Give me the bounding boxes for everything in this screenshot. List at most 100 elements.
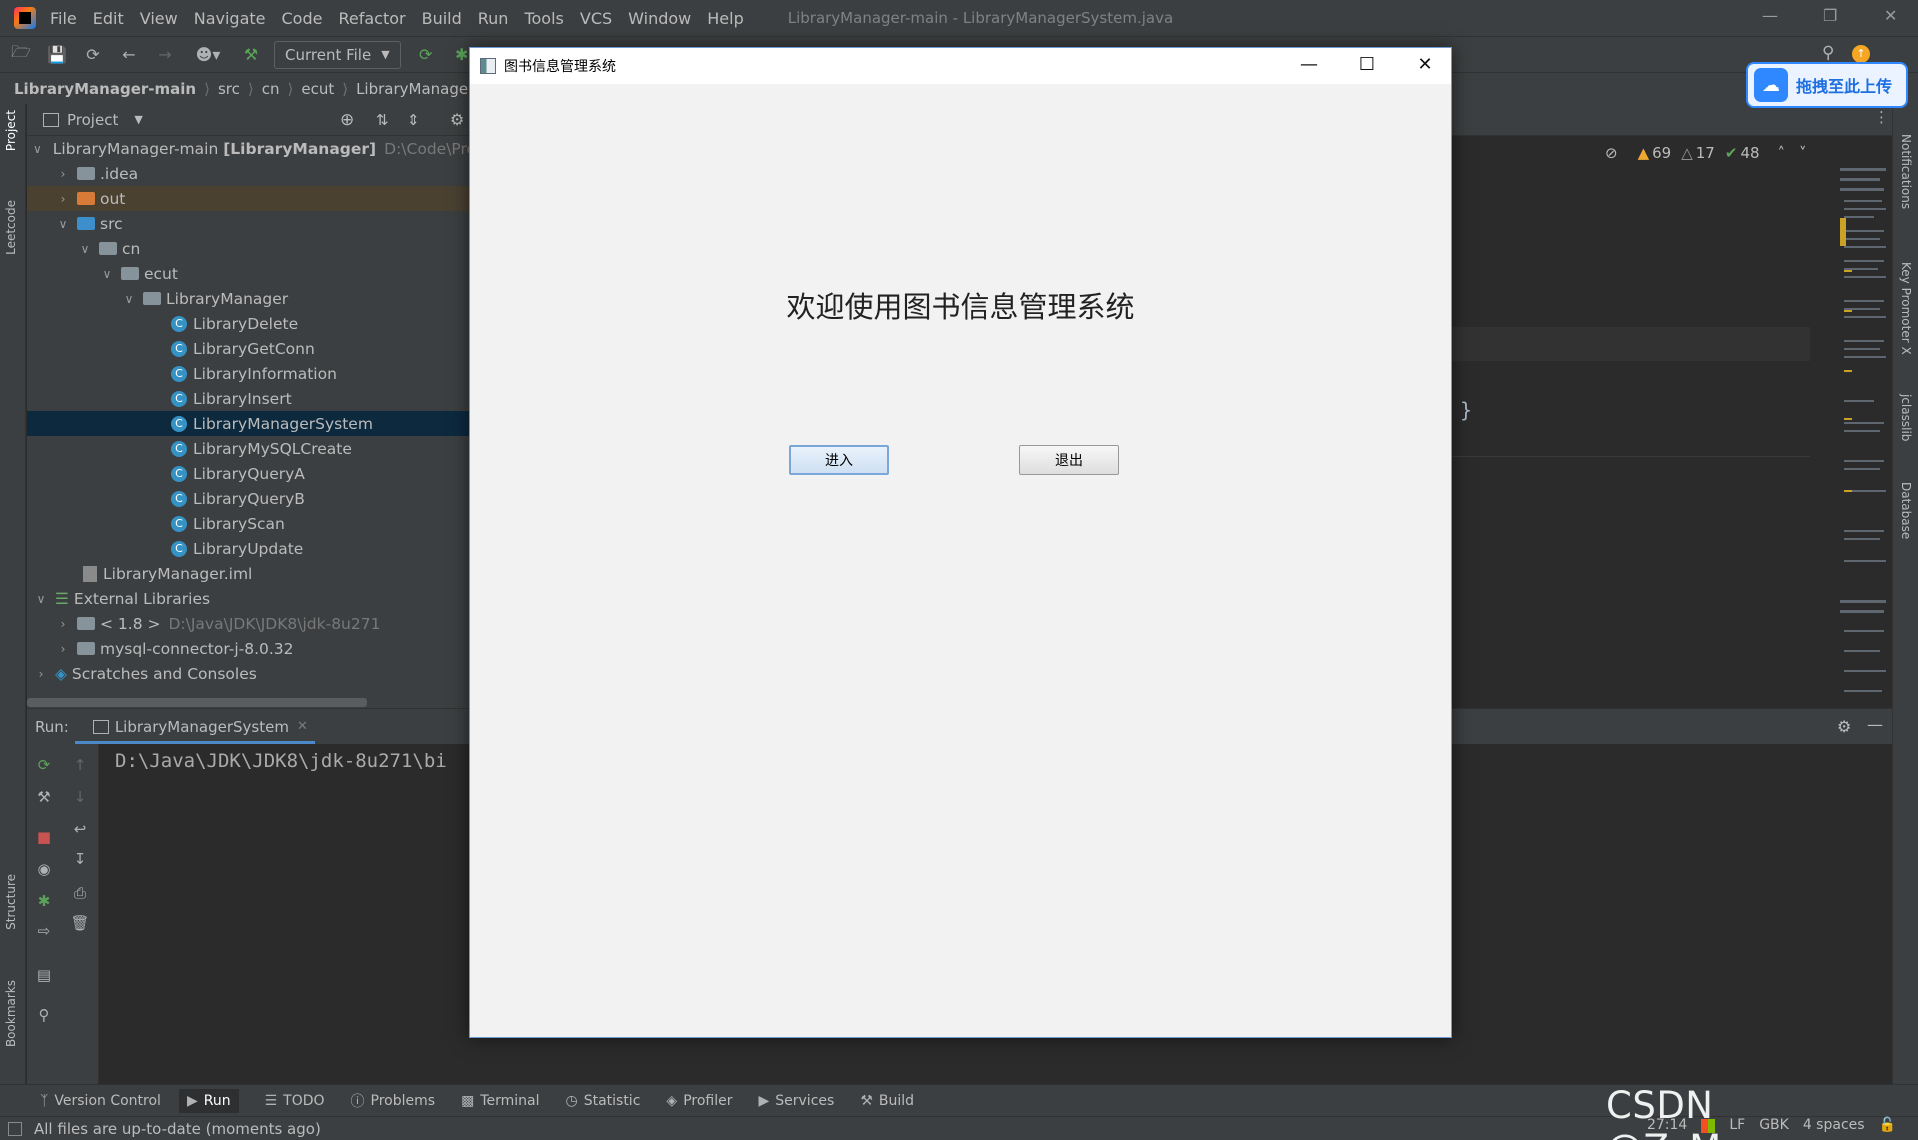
tree-item-scratches[interactable]: › ◈ Scratches and Consoles <box>27 661 469 686</box>
chevron-down-icon[interactable]: ∨ <box>99 267 115 281</box>
menu-view[interactable]: View <box>140 9 178 28</box>
layout-icon[interactable]: ▤ <box>33 964 55 986</box>
maximize-icon[interactable]: ☐ <box>1352 54 1382 75</box>
camera-icon[interactable]: ◉ <box>33 858 55 880</box>
tree-item-class[interactable]: C LibraryScan <box>27 511 469 536</box>
menu-window[interactable]: Window <box>628 9 691 28</box>
menu-navigate[interactable]: Navigate <box>194 9 266 28</box>
exit-icon[interactable]: ⇨ <box>33 920 55 942</box>
chevron-down-icon[interactable]: ∨ <box>77 242 93 256</box>
tab-run[interactable]: ▶ Run <box>178 1088 239 1113</box>
more-options-icon[interactable]: ⋮ <box>1874 108 1889 126</box>
tree-item-class[interactable]: C LibraryInsert <box>27 386 469 411</box>
dialog-title-bar[interactable]: 图书信息管理系统 — ☐ ✕ <box>470 48 1451 84</box>
scroll-to-end-icon[interactable]: ↧ <box>69 848 91 870</box>
chevron-down-icon[interactable]: ∨ <box>33 142 42 156</box>
menu-run[interactable]: Run <box>478 9 509 28</box>
breadcrumb-project[interactable]: LibraryManager-main <box>14 80 196 98</box>
chevron-down-icon[interactable]: ▼ <box>134 113 142 126</box>
tab-build[interactable]: ⚒ Build <box>860 1093 914 1109</box>
tree-item-class[interactable]: C LibraryGetConn <box>27 336 469 361</box>
tree-item-out[interactable]: › out <box>27 186 469 211</box>
tree-item-mysql-connector[interactable]: › mysql-connector-j-8.0.32 <box>27 636 469 661</box>
close-tab-icon[interactable]: ✕ <box>297 719 308 734</box>
collapse-all-icon[interactable]: ⇕ <box>407 111 420 129</box>
menu-file[interactable]: File <box>50 9 77 28</box>
forward-arrow-icon[interactable]: → <box>152 43 178 67</box>
trash-icon[interactable]: 🗑 <box>69 912 91 934</box>
open-folder-icon[interactable]: 🗁 <box>8 42 34 67</box>
chevron-right-icon[interactable]: › <box>55 617 71 631</box>
breadcrumb-src[interactable]: src <box>218 80 240 98</box>
hide-panel-icon[interactable]: — <box>1867 715 1883 734</box>
tree-item-external-libraries[interactable]: ∨ ☰ External Libraries <box>27 586 469 611</box>
tree-item-cn[interactable]: ∨ cn <box>27 236 469 261</box>
run-tab-label[interactable]: LibraryManagerSystem <box>115 718 289 736</box>
tree-item-src[interactable]: ∨ src <box>27 211 469 236</box>
stripe-structure[interactable]: Structure <box>4 874 18 930</box>
project-view-label[interactable]: Project <box>67 111 118 129</box>
minimize-icon[interactable]: — <box>1294 54 1324 75</box>
expand-all-icon[interactable]: ⇅ <box>376 111 389 129</box>
tab-profiler[interactable]: ◈ Profiler <box>666 1093 732 1109</box>
exit-button[interactable]: 退出 <box>1019 445 1119 475</box>
tab-todo[interactable]: ☰ TODO <box>265 1093 325 1109</box>
stop-icon[interactable]: ■ <box>33 826 55 848</box>
chevron-right-icon[interactable]: › <box>55 642 71 656</box>
chevron-right-icon[interactable]: › <box>55 192 71 206</box>
stripe-project[interactable]: Project <box>4 110 18 151</box>
status-message[interactable]: All files are up-to-date (moments ago) <box>34 1120 321 1138</box>
tree-item-class[interactable]: C LibraryDelete <box>27 311 469 336</box>
upload-drop-button[interactable]: ☁ 拖拽至此上传 <box>1746 62 1908 108</box>
minimize-window-icon[interactable]: — <box>1762 6 1778 25</box>
menu-vcs[interactable]: VCS <box>580 9 612 28</box>
tree-item-ecut[interactable]: ∨ ecut <box>27 261 469 286</box>
menu-refactor[interactable]: Refactor <box>338 9 405 28</box>
tab-services[interactable]: ▶ Services <box>758 1093 834 1109</box>
stripe-database[interactable]: Database <box>1899 482 1913 539</box>
update-icon[interactable]: ↑ <box>1852 45 1870 63</box>
stripe-bookmarks[interactable]: Bookmarks <box>4 980 18 1047</box>
pin-icon[interactable]: ⚲ <box>33 1004 55 1026</box>
chevron-down-icon[interactable]: ∨ <box>121 292 137 306</box>
tree-item-class[interactable]: C LibraryInformation <box>27 361 469 386</box>
tab-version-control[interactable]: ᛉ Version Control <box>40 1093 161 1109</box>
tree-item-class-selected[interactable]: C LibraryManagerSystem <box>27 411 469 436</box>
gear-icon[interactable]: ⚙ <box>1837 717 1851 736</box>
arrow-up-icon[interactable]: ↑ <box>69 754 91 776</box>
tree-item-class[interactable]: C LibraryMySQLCreate <box>27 436 469 461</box>
breadcrumb-ecut[interactable]: ecut <box>301 80 334 98</box>
tree-item-librarymanager-package[interactable]: ∨ LibraryManager <box>27 286 469 311</box>
tab-terminal[interactable]: ▩ Terminal <box>461 1093 539 1109</box>
chevron-up-icon[interactable]: ˄ <box>1778 144 1786 162</box>
close-icon[interactable]: ✕ <box>1410 54 1440 75</box>
enter-button[interactable]: 进入 <box>789 445 889 475</box>
menu-tools[interactable]: Tools <box>524 9 563 28</box>
tree-item-idea[interactable]: › .idea <box>27 161 469 186</box>
chevron-right-icon[interactable]: › <box>55 167 71 181</box>
stripe-leetcode[interactable]: Leetcode <box>4 200 18 255</box>
tab-problems[interactable]: ⓘ Problems <box>351 1091 436 1111</box>
gear-icon[interactable]: ⚙ <box>450 110 464 129</box>
chevron-down-icon[interactable]: ∨ <box>55 217 71 231</box>
inspection-widget[interactable]: ⊘ ▲ 69 △ 17 ✔ 48 ˄ ˅ <box>1605 144 1807 162</box>
stripe-notifications[interactable]: Notifications <box>1899 134 1913 209</box>
tree-item-class[interactable]: C LibraryUpdate <box>27 536 469 561</box>
menu-edit[interactable]: Edit <box>93 9 124 28</box>
status-toggle-icon[interactable] <box>8 1121 22 1136</box>
restore-window-icon[interactable]: ❐ <box>1823 6 1837 25</box>
sync-icon[interactable]: ⟳ <box>80 43 106 67</box>
code-minimap[interactable] <box>1840 160 1888 705</box>
breadcrumb-cn[interactable]: cn <box>262 80 280 98</box>
print-icon[interactable]: ⎙ <box>69 882 91 904</box>
wrench-icon[interactable]: ⚒ <box>33 786 55 808</box>
horizontal-scrollbar[interactable] <box>27 698 367 707</box>
run-config-select[interactable]: Current File ▼ <box>274 40 401 69</box>
build-hammer-icon[interactable]: ⚒ <box>238 43 264 67</box>
menu-help[interactable]: Help <box>707 9 743 28</box>
chevron-down-icon[interactable]: ˅ <box>1799 144 1807 162</box>
save-all-icon[interactable]: 💾 <box>44 43 70 67</box>
eye-slash-icon[interactable]: ⊘ <box>1605 144 1618 162</box>
stripe-jclasslib[interactable]: jclasslib <box>1899 394 1913 441</box>
locate-icon[interactable]: ⊕ <box>340 110 354 130</box>
